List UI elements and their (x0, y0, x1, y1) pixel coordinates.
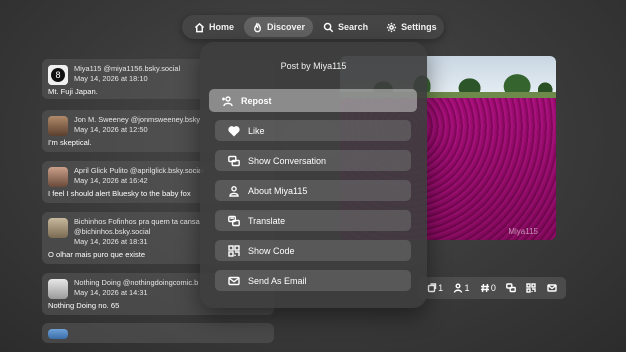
avatar (48, 218, 68, 238)
avatar (48, 279, 68, 299)
repost-count-button[interactable]: 1 (427, 283, 443, 293)
like-count-button[interactable]: 1 (453, 283, 470, 293)
home-icon (194, 22, 205, 32)
menu-title: Post by Miya115 (280, 61, 347, 71)
hashtag-icon (480, 283, 489, 293)
nav-discover[interactable]: Discover (244, 17, 314, 37)
menu-item-label: Like (248, 125, 265, 136)
conversation-icon (228, 155, 240, 166)
menu-item-translate[interactable]: Translate (215, 210, 411, 231)
nav-home-label: Home (209, 22, 235, 32)
person-icon (229, 185, 239, 197)
avatar: 8 (48, 65, 68, 85)
post-action-bar: 1 1 0 (418, 277, 566, 299)
menu-item-label: Show Code (248, 245, 295, 256)
menu-item-label: Translate (248, 215, 286, 226)
menu-item-show-code[interactable]: Show Code (215, 240, 411, 261)
nav-settings[interactable]: Settings (378, 17, 445, 37)
show-code-button[interactable] (526, 283, 537, 293)
nav-search[interactable]: Search (315, 17, 376, 37)
nav-home[interactable]: Home (186, 17, 242, 37)
discover-icon (254, 21, 261, 32)
menu-item-show-conversation[interactable]: Show Conversation (215, 150, 411, 171)
svg-text:8: 8 (55, 70, 60, 80)
menu-item-label: About Miya115 (248, 185, 308, 196)
translate-icon (228, 215, 240, 226)
translate-icon (506, 283, 517, 293)
menu-item-label: Send As Email (248, 275, 307, 286)
menu-item-about[interactable]: About Miya115 (215, 180, 411, 201)
translate-button[interactable] (506, 283, 517, 293)
tag-count: 0 (490, 283, 496, 293)
email-button[interactable] (547, 283, 557, 293)
repost-icon (222, 95, 233, 106)
menu-item-label: Show Conversation (248, 155, 327, 166)
avatar (48, 116, 68, 136)
repost-count: 1 (438, 283, 444, 293)
avatar (48, 167, 68, 187)
list-item[interactable] (42, 323, 274, 343)
heart-icon (228, 125, 240, 136)
menu-item-label: Repost (241, 95, 272, 106)
search-icon (323, 22, 334, 32)
envelope-icon (547, 284, 557, 292)
nav-discover-label: Discover (267, 22, 306, 32)
repost-icon (427, 283, 437, 293)
top-nav: Home Discover Search Settings (182, 15, 444, 39)
gear-icon (386, 22, 397, 32)
qr-code-icon (228, 244, 240, 257)
avatar (48, 329, 68, 339)
menu-item-repost[interactable]: Repost (209, 89, 417, 112)
qr-code-icon (526, 283, 537, 293)
like-count: 1 (464, 283, 470, 293)
image-watermark: Miya115 (508, 227, 538, 236)
nav-search-label: Search (338, 22, 369, 32)
envelope-icon (228, 276, 240, 285)
tag-count-button[interactable]: 0 (480, 283, 496, 293)
menu-item-like[interactable]: Like (215, 120, 411, 141)
nav-settings-label: Settings (401, 22, 437, 32)
person-icon (454, 283, 463, 293)
post-context-menu: Post by Miya115 Repost Like Show Convers… (200, 42, 427, 308)
menu-item-send-email[interactable]: Send As Email (215, 270, 411, 291)
